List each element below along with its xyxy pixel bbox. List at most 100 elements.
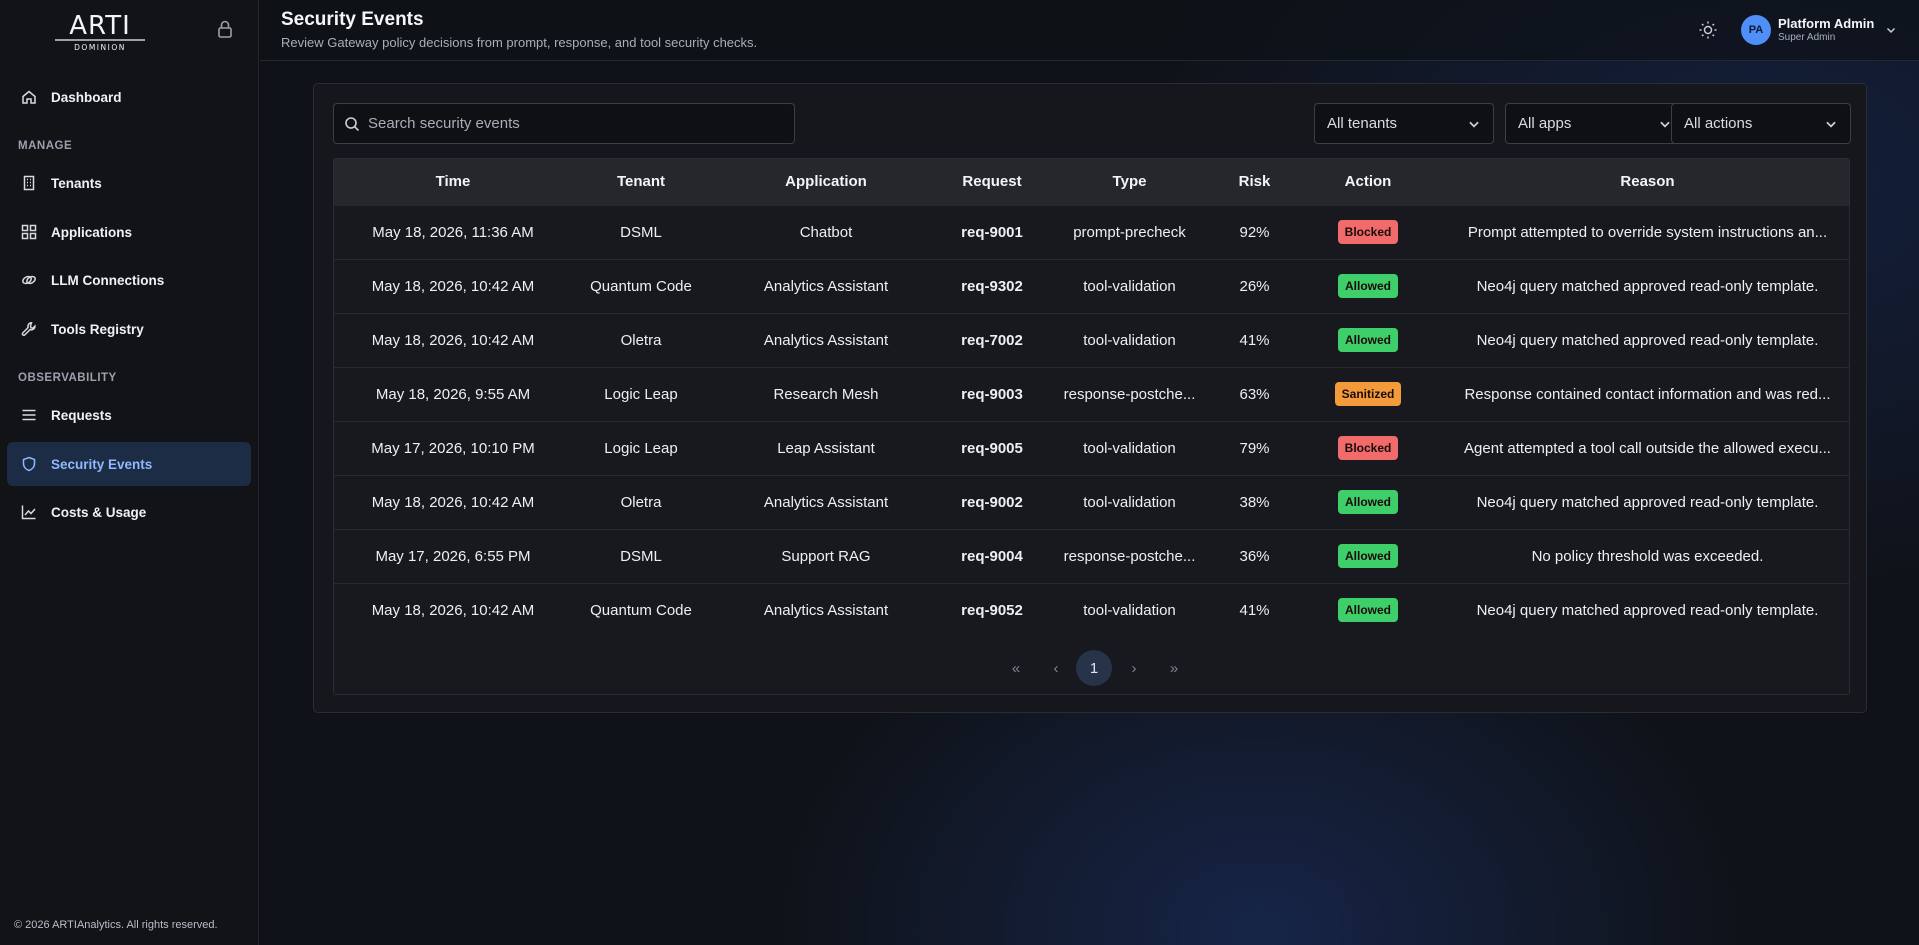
- table-header-row: Time Tenant Application Request Type Ris…: [334, 159, 1849, 205]
- next-page-button[interactable]: ›: [1116, 650, 1152, 686]
- cell-type: tool-validation: [1083, 331, 1176, 349]
- sun-icon[interactable]: [1698, 20, 1718, 40]
- cell-request: req-9005: [961, 439, 1023, 457]
- search-field[interactable]: [333, 103, 795, 144]
- cell-request: req-9302: [961, 277, 1023, 295]
- sidebar-item-llm-connections[interactable]: LLM Connections: [7, 258, 251, 302]
- column-header-application[interactable]: Application: [710, 159, 942, 205]
- main-content: Security Events Review Gateway policy de…: [260, 0, 1919, 945]
- cell-application: Support RAG: [781, 547, 871, 565]
- cell-request: req-9001: [961, 223, 1023, 241]
- table-row[interactable]: May 18, 2026, 9:55 AM Logic Leap Research …: [334, 367, 1849, 421]
- column-header-time[interactable]: Time: [334, 159, 572, 205]
- cell-time: May 18, 2026, 9:55 AM: [375, 385, 531, 403]
- shield-icon: [21, 456, 37, 472]
- status-badge: Allowed: [1337, 328, 1398, 352]
- sidebar: ARTI DOMINION Dashboard MANAGE Tenants A…: [0, 0, 259, 945]
- sidebar-item-costs-usage[interactable]: Costs & Usage: [7, 490, 251, 534]
- logo-row: ARTI DOMINION: [0, 0, 258, 60]
- sidebar-item-label: Tenants: [51, 175, 102, 191]
- app-filter-select[interactable]: All apps: [1505, 103, 1685, 144]
- table-row[interactable]: May 17, 2026, 6:55 PM DSML Support RAG req-…: [334, 529, 1849, 583]
- table-row[interactable]: May 18, 2026, 10:42 AM Oletra Analytics As…: [334, 313, 1849, 367]
- sidebar-item-requests[interactable]: Requests: [7, 393, 251, 437]
- sidebar-item-label: Tools Registry: [51, 321, 144, 337]
- wrench-icon: [21, 321, 37, 337]
- cell-reason: Neo4j query matched approved read-only t…: [1476, 493, 1819, 511]
- table-row[interactable]: May 18, 2026, 11:36 AM DSML Chatbot req-900…: [334, 205, 1849, 259]
- cell-action: Sanitized: [1292, 367, 1444, 421]
- status-badge: Blocked: [1337, 220, 1399, 244]
- cell-risk: 36%: [1239, 547, 1270, 565]
- column-header-reason[interactable]: Reason: [1444, 159, 1849, 205]
- section-label-manage: MANAGE: [18, 140, 73, 152]
- page-1-button[interactable]: 1: [1076, 650, 1112, 686]
- cell-application: Leap Assistant: [777, 439, 875, 457]
- table-row[interactable]: May 17, 2026, 10:10 PM Logic Leap Leap Ass…: [334, 421, 1849, 475]
- action-filter-value: All actions: [1684, 115, 1753, 132]
- cell-reason: Neo4j query matched approved read-only t…: [1476, 277, 1819, 295]
- sidebar-item-tools-registry[interactable]: Tools Registry: [7, 307, 251, 351]
- table-row[interactable]: May 18, 2026, 10:42 AM Quantum Code Analyt…: [334, 259, 1849, 313]
- cell-risk: 92%: [1239, 223, 1270, 241]
- table-row[interactable]: May 18, 2026, 10:42 AM Quantum Code Analyt…: [334, 583, 1849, 637]
- cell-tenant: Oletra: [620, 331, 662, 349]
- sidebar-item-label: LLM Connections: [51, 272, 165, 288]
- sidebar-item-label: Dashboard: [51, 89, 122, 105]
- chevron-down-icon: [1660, 121, 1670, 128]
- status-badge: Allowed: [1337, 544, 1398, 568]
- sidebar-item-tenants[interactable]: Tenants: [7, 161, 251, 205]
- cell-application: Analytics Assistant: [763, 493, 889, 511]
- cell-type: tool-validation: [1083, 439, 1176, 457]
- cell-action: Allowed: [1292, 475, 1444, 529]
- sidebar-item-applications[interactable]: Applications: [7, 210, 251, 254]
- cell-tenant: Logic Leap: [604, 439, 678, 457]
- grid-icon: [21, 224, 37, 240]
- user-info: Platform Admin Super Admin: [1778, 17, 1874, 43]
- sidebar-item-label: Applications: [51, 224, 133, 240]
- cell-request: req-9052: [961, 601, 1023, 619]
- last-page-button[interactable]: »: [1156, 650, 1192, 686]
- tenant-filter-select[interactable]: All tenants: [1314, 103, 1494, 144]
- sidebar-item-security-events[interactable]: Security Events: [7, 442, 251, 486]
- sidebar-item-dashboard[interactable]: Dashboard: [7, 75, 251, 119]
- user-menu[interactable]: PA Platform Admin Super Admin: [1741, 15, 1897, 45]
- column-header-risk[interactable]: Risk: [1217, 159, 1292, 205]
- lock-icon[interactable]: [216, 19, 234, 39]
- cell-time: May 18, 2026, 11:36 AM: [372, 223, 534, 241]
- column-header-type[interactable]: Type: [1042, 159, 1217, 205]
- cell-time: May 17, 2026, 10:10 PM: [371, 439, 535, 457]
- previous-page-button[interactable]: ‹: [1038, 650, 1074, 686]
- app-filter-value: All apps: [1518, 115, 1572, 132]
- table-row[interactable]: May 18, 2026, 10:42 AM Oletra Analytics As…: [334, 475, 1849, 529]
- cell-tenant: Logic Leap: [604, 385, 678, 403]
- cell-application: Analytics Assistant: [763, 277, 889, 295]
- topbar: Security Events Review Gateway policy de…: [260, 0, 1919, 61]
- column-header-request[interactable]: Request: [942, 159, 1042, 205]
- chevron-down-icon: [1469, 121, 1479, 128]
- status-badge: Allowed: [1337, 598, 1398, 623]
- status-badge: Allowed: [1337, 274, 1398, 298]
- status-badge: Allowed: [1337, 490, 1398, 514]
- cell-risk: 63%: [1239, 385, 1270, 403]
- cell-risk: 26%: [1239, 277, 1270, 295]
- column-header-tenant[interactable]: Tenant: [572, 159, 710, 205]
- cell-type: tool-validation: [1083, 277, 1176, 295]
- search-input[interactable]: [368, 115, 788, 132]
- security-events-card: All tenants All apps All actions Time Te…: [313, 83, 1867, 713]
- column-header-action[interactable]: Action: [1292, 159, 1444, 205]
- cell-tenant: Oletra: [620, 493, 662, 511]
- cell-request: req-7002: [961, 331, 1023, 349]
- action-filter-select[interactable]: All actions: [1671, 103, 1851, 144]
- cell-action: Allowed: [1292, 529, 1444, 583]
- cell-application: Analytics Assistant: [763, 601, 889, 619]
- first-page-button[interactable]: «: [998, 650, 1034, 686]
- cell-risk: 41%: [1239, 331, 1270, 349]
- logo-text: ARTI: [69, 11, 131, 41]
- cell-application: Analytics Assistant: [763, 331, 889, 349]
- user-role: Super Admin: [1778, 32, 1836, 43]
- tenant-filter-value: All tenants: [1327, 115, 1398, 132]
- arti-dominion-logo[interactable]: ARTI DOMINION: [50, 10, 150, 52]
- sidebar-item-label: Security Events: [51, 456, 153, 472]
- cell-reason: Neo4j query matched approved read-only t…: [1476, 331, 1819, 349]
